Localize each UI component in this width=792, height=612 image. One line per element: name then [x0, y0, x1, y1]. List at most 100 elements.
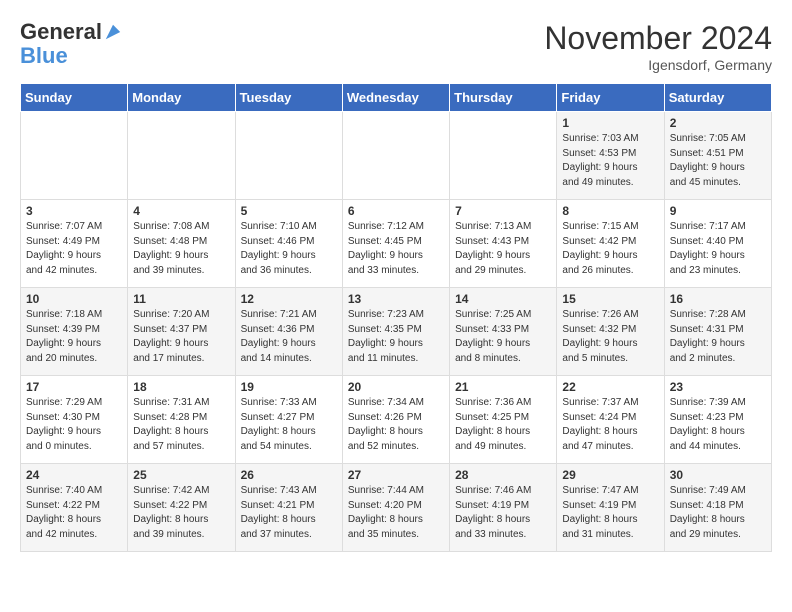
- day-number: 5: [241, 204, 337, 218]
- col-monday: Monday: [128, 84, 235, 112]
- day-number: 26: [241, 468, 337, 482]
- day-info: Sunrise: 7:33 AM Sunset: 4:27 PM Dayligh…: [241, 396, 337, 454]
- day-info: Sunrise: 7:13 AM Sunset: 4:43 PM Dayligh…: [455, 220, 551, 278]
- logo-text-blue: Blue: [20, 44, 122, 68]
- day-info: Sunrise: 7:20 AM Sunset: 4:37 PM Dayligh…: [133, 308, 229, 366]
- day-info: Sunrise: 7:25 AM Sunset: 4:33 PM Dayligh…: [455, 308, 551, 366]
- table-row: 26 Sunrise: 7:43 AM Sunset: 4:21 PM Dayli…: [235, 464, 342, 552]
- day-info: Sunrise: 7:40 AM Sunset: 4:22 PM Dayligh…: [26, 484, 122, 542]
- week-row-4: 17 Sunrise: 7:29 AM Sunset: 4:30 PM Dayli…: [21, 376, 772, 464]
- table-row: [342, 112, 449, 200]
- table-row: 30 Sunrise: 7:49 AM Sunset: 4:18 PM Dayli…: [664, 464, 771, 552]
- day-info: Sunrise: 7:05 AM Sunset: 4:51 PM Dayligh…: [670, 132, 766, 190]
- day-info: Sunrise: 7:36 AM Sunset: 4:25 PM Dayligh…: [455, 396, 551, 454]
- day-number: 23: [670, 380, 766, 394]
- day-number: 29: [562, 468, 658, 482]
- day-info: Sunrise: 7:18 AM Sunset: 4:39 PM Dayligh…: [26, 308, 122, 366]
- day-info: Sunrise: 7:28 AM Sunset: 4:31 PM Dayligh…: [670, 308, 766, 366]
- table-row: 5 Sunrise: 7:10 AM Sunset: 4:46 PM Daylig…: [235, 200, 342, 288]
- col-thursday: Thursday: [450, 84, 557, 112]
- day-info: Sunrise: 7:31 AM Sunset: 4:28 PM Dayligh…: [133, 396, 229, 454]
- table-row: [21, 112, 128, 200]
- calendar: Sunday Monday Tuesday Wednesday Thursday…: [20, 83, 772, 552]
- day-info: Sunrise: 7:34 AM Sunset: 4:26 PM Dayligh…: [348, 396, 444, 454]
- day-info: Sunrise: 7:21 AM Sunset: 4:36 PM Dayligh…: [241, 308, 337, 366]
- day-info: Sunrise: 7:03 AM Sunset: 4:53 PM Dayligh…: [562, 132, 658, 190]
- table-row: 6Sunrise: 7:12 AM Sunset: 4:45 PM Daylig…: [342, 200, 449, 288]
- day-number: 17: [26, 380, 122, 394]
- table-row: 13Sunrise: 7:23 AM Sunset: 4:35 PM Dayli…: [342, 288, 449, 376]
- table-row: [128, 112, 235, 200]
- day-info: Sunrise: 7:47 AM Sunset: 4:19 PM Dayligh…: [562, 484, 658, 542]
- day-number: 18: [133, 380, 229, 394]
- table-row: 16 Sunrise: 7:28 AM Sunset: 4:31 PM Dayli…: [664, 288, 771, 376]
- table-row: 8 Sunrise: 7:15 AM Sunset: 4:42 PM Daylig…: [557, 200, 664, 288]
- page: General Blue November 2024 Igensdorf, Ge…: [0, 0, 792, 562]
- day-number: 19: [241, 380, 337, 394]
- day-info: Sunrise: 7:10 AM Sunset: 4:46 PM Dayligh…: [241, 220, 337, 278]
- day-number: 10: [26, 292, 122, 306]
- day-number: 16: [670, 292, 766, 306]
- table-row: 2 Sunrise: 7:05 AM Sunset: 4:51 PM Daylig…: [664, 112, 771, 200]
- week-row-5: 24Sunrise: 7:40 AM Sunset: 4:22 PM Dayli…: [21, 464, 772, 552]
- col-saturday: Saturday: [664, 84, 771, 112]
- col-sunday: Sunday: [21, 84, 128, 112]
- col-tuesday: Tuesday: [235, 84, 342, 112]
- day-info: Sunrise: 7:15 AM Sunset: 4:42 PM Dayligh…: [562, 220, 658, 278]
- day-number: 2: [670, 116, 766, 130]
- table-row: 1 Sunrise: 7:03 AM Sunset: 4:53 PM Daylig…: [557, 112, 664, 200]
- title-block: November 2024 Igensdorf, Germany: [544, 20, 772, 73]
- table-row: 14Sunrise: 7:25 AM Sunset: 4:33 PM Dayli…: [450, 288, 557, 376]
- day-info: Sunrise: 7:08 AM Sunset: 4:48 PM Dayligh…: [133, 220, 229, 278]
- day-number: 8: [562, 204, 658, 218]
- table-row: [235, 112, 342, 200]
- table-row: 19 Sunrise: 7:33 AM Sunset: 4:27 PM Dayli…: [235, 376, 342, 464]
- day-number: 6: [348, 204, 444, 218]
- day-info: Sunrise: 7:23 AM Sunset: 4:35 PM Dayligh…: [348, 308, 444, 366]
- table-row: 21Sunrise: 7:36 AM Sunset: 4:25 PM Dayli…: [450, 376, 557, 464]
- table-row: 18 Sunrise: 7:31 AM Sunset: 4:28 PM Dayli…: [128, 376, 235, 464]
- day-info: Sunrise: 7:07 AM Sunset: 4:49 PM Dayligh…: [26, 220, 122, 278]
- day-number: 15: [562, 292, 658, 306]
- table-row: 10 Sunrise: 7:18 AM Sunset: 4:39 PM Dayli…: [21, 288, 128, 376]
- day-number: 12: [241, 292, 337, 306]
- day-number: 27: [348, 468, 444, 482]
- logo-icon: [104, 23, 122, 41]
- day-number: 11: [133, 292, 229, 306]
- table-row: 9Sunrise: 7:17 AM Sunset: 4:40 PM Daylig…: [664, 200, 771, 288]
- day-info: Sunrise: 7:43 AM Sunset: 4:21 PM Dayligh…: [241, 484, 337, 542]
- table-row: 15Sunrise: 7:26 AM Sunset: 4:32 PM Dayli…: [557, 288, 664, 376]
- header: General Blue November 2024 Igensdorf, Ge…: [20, 20, 772, 73]
- col-wednesday: Wednesday: [342, 84, 449, 112]
- week-row-2: 3 Sunrise: 7:07 AM Sunset: 4:49 PM Daylig…: [21, 200, 772, 288]
- calendar-header-row: Sunday Monday Tuesday Wednesday Thursday…: [21, 84, 772, 112]
- day-number: 22: [562, 380, 658, 394]
- table-row: 28 Sunrise: 7:46 AM Sunset: 4:19 PM Dayli…: [450, 464, 557, 552]
- table-row: 25 Sunrise: 7:42 AM Sunset: 4:22 PM Dayli…: [128, 464, 235, 552]
- table-row: 23 Sunrise: 7:39 AM Sunset: 4:23 PM Dayli…: [664, 376, 771, 464]
- location: Igensdorf, Germany: [544, 57, 772, 73]
- day-number: 9: [670, 204, 766, 218]
- week-row-1: 1 Sunrise: 7:03 AM Sunset: 4:53 PM Daylig…: [21, 112, 772, 200]
- day-info: Sunrise: 7:42 AM Sunset: 4:22 PM Dayligh…: [133, 484, 229, 542]
- logo-text-general: General: [20, 20, 102, 44]
- table-row: 17 Sunrise: 7:29 AM Sunset: 4:30 PM Dayli…: [21, 376, 128, 464]
- table-row: 4Sunrise: 7:08 AM Sunset: 4:48 PM Daylig…: [128, 200, 235, 288]
- day-info: Sunrise: 7:39 AM Sunset: 4:23 PM Dayligh…: [670, 396, 766, 454]
- day-number: 25: [133, 468, 229, 482]
- day-info: Sunrise: 7:44 AM Sunset: 4:20 PM Dayligh…: [348, 484, 444, 542]
- table-row: 29 Sunrise: 7:47 AM Sunset: 4:19 PM Dayli…: [557, 464, 664, 552]
- day-info: Sunrise: 7:37 AM Sunset: 4:24 PM Dayligh…: [562, 396, 658, 454]
- day-info: Sunrise: 7:49 AM Sunset: 4:18 PM Dayligh…: [670, 484, 766, 542]
- day-number: 3: [26, 204, 122, 218]
- day-info: Sunrise: 7:46 AM Sunset: 4:19 PM Dayligh…: [455, 484, 551, 542]
- day-number: 30: [670, 468, 766, 482]
- day-info: Sunrise: 7:29 AM Sunset: 4:30 PM Dayligh…: [26, 396, 122, 454]
- day-number: 28: [455, 468, 551, 482]
- table-row: 3 Sunrise: 7:07 AM Sunset: 4:49 PM Daylig…: [21, 200, 128, 288]
- day-number: 1: [562, 116, 658, 130]
- week-row-3: 10 Sunrise: 7:18 AM Sunset: 4:39 PM Dayli…: [21, 288, 772, 376]
- table-row: 27 Sunrise: 7:44 AM Sunset: 4:20 PM Dayli…: [342, 464, 449, 552]
- month-title: November 2024: [544, 20, 772, 57]
- table-row: 12 Sunrise: 7:21 AM Sunset: 4:36 PM Dayli…: [235, 288, 342, 376]
